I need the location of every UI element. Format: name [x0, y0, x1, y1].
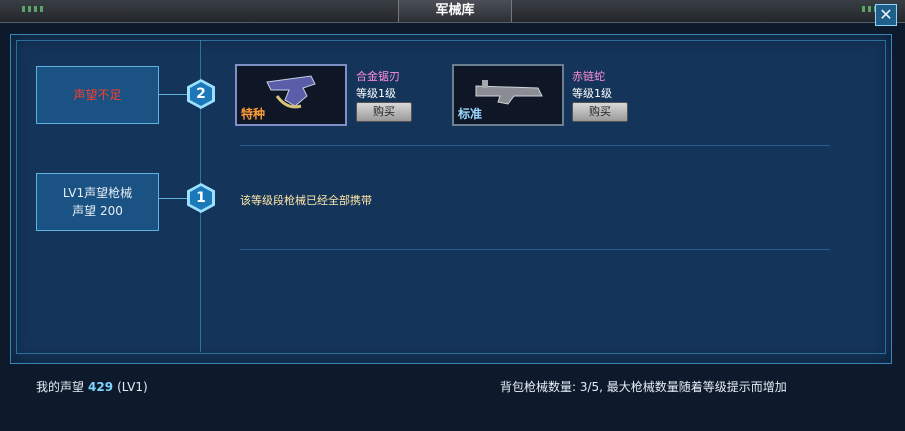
tier-1-requirement-reputation: 声望 200 — [72, 204, 123, 218]
tier-2-number: 2 — [190, 82, 212, 106]
reputation-value: 429 — [88, 380, 114, 394]
title-grip-left — [22, 6, 44, 12]
weapon-card-alloy-saw[interactable]: 特种 — [235, 64, 347, 126]
reputation-level: (LV1) — [117, 380, 148, 394]
item-tag: 标准 — [458, 107, 483, 121]
row-separator — [240, 145, 830, 146]
tier-2-connector — [159, 94, 187, 95]
tier-1-note: 该等级段枪械已经全部携带 — [240, 194, 372, 207]
reputation-label: 我的声望 — [36, 380, 85, 394]
close-button[interactable]: ✕ — [875, 4, 897, 26]
buy-button[interactable]: 购买 — [572, 102, 628, 122]
row-separator — [240, 249, 830, 250]
my-reputation: 我的声望 429 (LV1) — [36, 378, 148, 395]
item-name: 赤链蛇 — [572, 70, 605, 83]
weapon-card-red-chain-snake[interactable]: 标准 — [452, 64, 564, 126]
window-title: 军械库 — [398, 0, 512, 22]
item-level: 等级1级 — [356, 87, 396, 100]
buy-button[interactable]: 购买 — [356, 102, 412, 122]
item-name: 合金锯刃 — [356, 70, 400, 83]
tier-1-connector — [159, 198, 187, 199]
tier-1-requirement-title: LV1声望枪械 — [62, 186, 133, 200]
tier-2-requirement: 声望不足 — [36, 66, 159, 124]
bag-capacity-info: 背包枪械数量: 3/5, 最大枪械数量随着等级提示而增加 — [500, 380, 787, 394]
item-level: 等级1级 — [572, 87, 612, 100]
tier-1-number: 1 — [190, 186, 212, 210]
item-tag: 特种 — [241, 107, 266, 121]
close-icon: ✕ — [879, 5, 893, 24]
tier-1-requirement: LV1声望枪械 声望 200 — [36, 173, 159, 231]
